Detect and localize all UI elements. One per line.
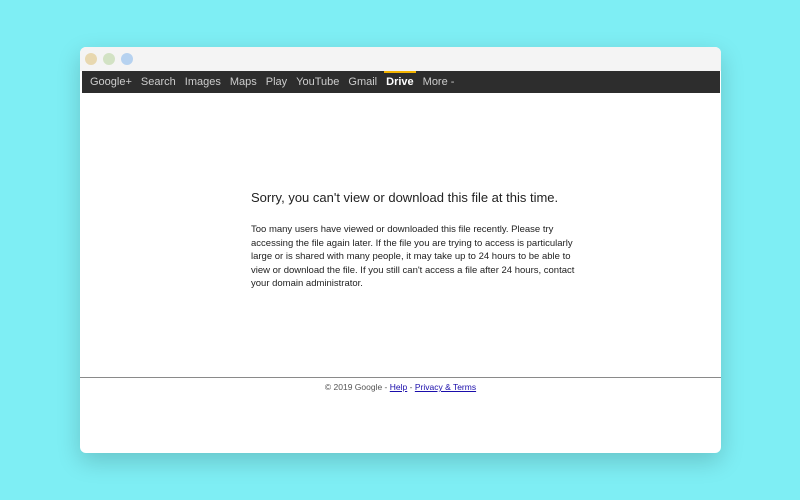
close-window-button[interactable] [85, 53, 97, 65]
nav-item-play[interactable]: Play [266, 71, 287, 93]
nav-item-drive[interactable]: Drive [384, 71, 416, 93]
title-bar [80, 47, 721, 71]
nav-item-more[interactable]: More - [423, 71, 455, 93]
nav-item-youtube[interactable]: YouTube [296, 71, 339, 93]
footer-divider [80, 377, 721, 378]
footer: © 2019 Google - Help - Privacy & Terms [80, 382, 721, 392]
footer-separator: - [409, 382, 413, 392]
error-content: Sorry, you can't view or download this f… [251, 190, 591, 291]
help-link[interactable]: Help [390, 382, 407, 392]
error-heading: Sorry, you can't view or download this f… [251, 190, 559, 205]
google-nav-bar: Google+ Search Images Maps Play YouTube … [82, 71, 720, 93]
error-message: Too many users have viewed or downloaded… [251, 224, 575, 289]
nav-item-gmail[interactable]: Gmail [348, 71, 377, 93]
nav-item-google-plus[interactable]: Google+ [90, 71, 132, 93]
privacy-terms-link[interactable]: Privacy & Terms [415, 382, 476, 392]
nav-item-search[interactable]: Search [141, 71, 176, 93]
nav-item-images[interactable]: Images [185, 71, 221, 93]
footer-copyright: © 2019 Google - [324, 382, 388, 392]
browser-window: Google+ Search Images Maps Play YouTube … [80, 47, 721, 453]
maximize-window-button[interactable] [121, 53, 133, 65]
minimize-window-button[interactable] [103, 53, 115, 65]
nav-item-maps[interactable]: Maps [230, 71, 257, 93]
